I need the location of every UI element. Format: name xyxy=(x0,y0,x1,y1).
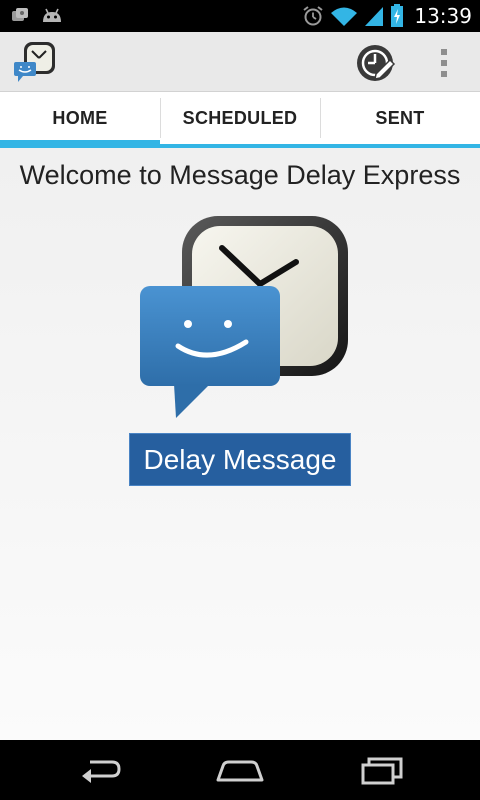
tab-scheduled[interactable]: SCHEDULED xyxy=(160,92,320,148)
home-content: Welcome to Message Delay Express Delay M… xyxy=(0,148,480,740)
back-icon xyxy=(82,760,121,783)
schedule-icon[interactable] xyxy=(354,42,396,84)
tab-home[interactable]: HOME xyxy=(0,92,160,148)
recent-apps-button[interactable] xyxy=(352,752,412,788)
wifi-icon xyxy=(331,7,358,26)
overflow-menu-icon[interactable] xyxy=(430,46,458,80)
home-icon xyxy=(216,760,264,782)
screen: 13:39 HOME SCHEDULED SENT Welcome to Mes… xyxy=(0,0,480,800)
delay-message-button[interactable]: Delay Message xyxy=(129,433,351,486)
photo-notification-icon xyxy=(12,8,28,21)
back-button[interactable] xyxy=(70,752,130,788)
message-clock-icon[interactable] xyxy=(12,40,58,86)
tab-bar: HOME SCHEDULED SENT xyxy=(0,92,480,148)
notification-icons xyxy=(10,6,64,26)
action-bar xyxy=(0,32,480,92)
message-clock-hero-icon xyxy=(140,216,348,418)
android-notification-icon xyxy=(43,8,61,22)
welcome-text: Welcome to Message Delay Express xyxy=(19,160,461,190)
system-icons: 13:39 xyxy=(302,0,472,32)
battery-charging-icon xyxy=(391,4,404,27)
alarm-icon xyxy=(303,6,323,26)
status-time: 13:39 xyxy=(414,4,472,28)
recent-apps-icon xyxy=(361,757,403,785)
navigation-bar xyxy=(0,740,480,800)
home-button[interactable] xyxy=(210,752,270,788)
signal-icon xyxy=(365,7,384,26)
tab-sent[interactable]: SENT xyxy=(320,92,480,148)
status-bar: 13:39 xyxy=(0,0,480,32)
